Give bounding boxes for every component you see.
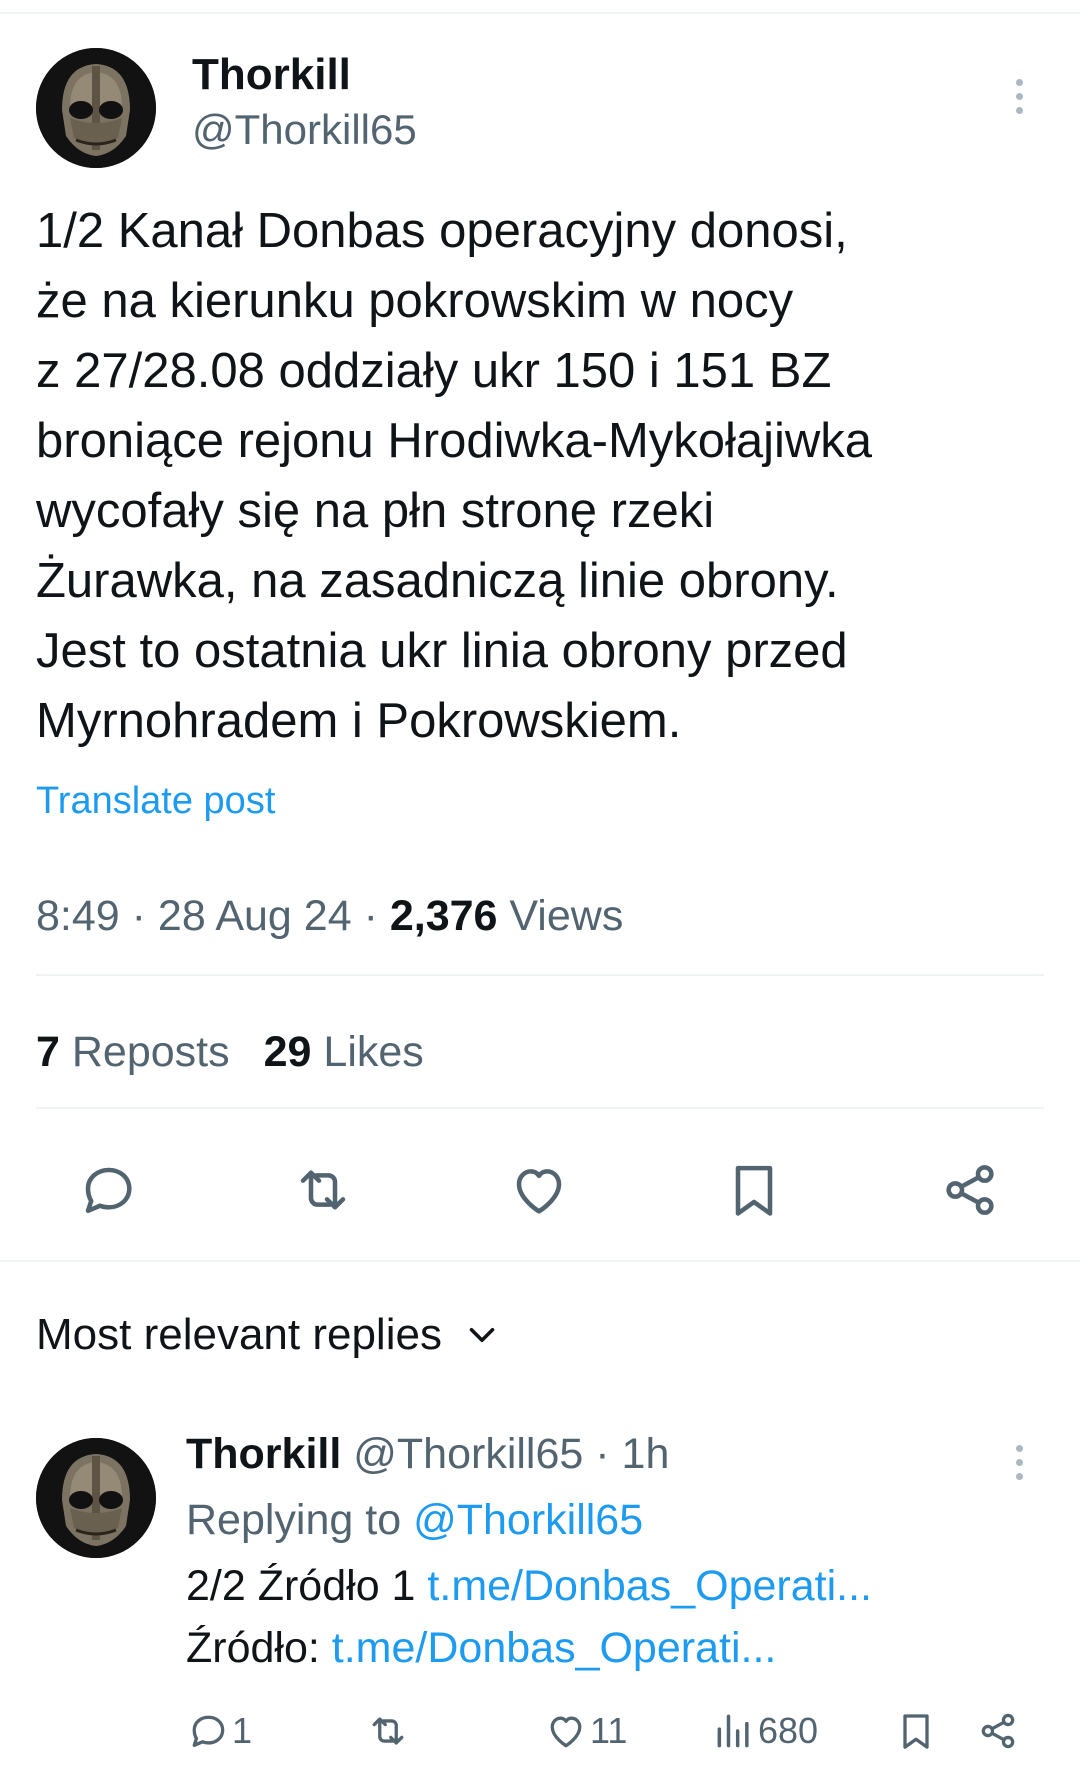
reply-author-handle[interactable]: @Thorkill65	[353, 1430, 583, 1478]
reply-view-count: 680	[758, 1710, 819, 1751]
bookmark-icon[interactable]	[722, 1158, 786, 1222]
reposts-stat[interactable]: 7 Reposts	[36, 1028, 230, 1076]
author-handle[interactable]: @Thorkill65	[192, 106, 417, 154]
meta-separator: ·	[351, 892, 390, 940]
replying-to: Replying to @Thorkill65	[186, 1496, 643, 1545]
repost-icon	[372, 1717, 404, 1745]
reply-more-options-icon[interactable]	[999, 1432, 1039, 1492]
views-count: 2,376	[389, 892, 498, 940]
more-options-icon[interactable]	[999, 66, 1039, 126]
reposts-label: Reposts	[59, 1028, 230, 1076]
reply-line1-text: 2/2 Źródło 1	[186, 1562, 428, 1610]
helmet-avatar-icon	[36, 1438, 156, 1558]
source-link-1[interactable]: t.me/Donbas_Operati...	[427, 1562, 872, 1610]
likes-stat[interactable]: 29 Likes	[264, 1028, 424, 1076]
meta-separator: ·	[119, 892, 158, 940]
tweet-text: 1/2 Kanał Donbas operacyjny donosi, że n…	[36, 204, 873, 748]
reply-views-button[interactable]: 680	[712, 1706, 818, 1756]
divider	[36, 974, 1044, 976]
likes-label: Likes	[311, 1028, 424, 1076]
replies-title: Most relevant replies	[36, 1310, 442, 1359]
tweet-date[interactable]: 28 Aug 24	[158, 892, 352, 940]
tweet-time[interactable]: 8:49	[36, 892, 120, 940]
like-icon[interactable]	[507, 1158, 571, 1222]
like-icon	[550, 1716, 582, 1748]
share-icon	[981, 1713, 1015, 1749]
helmet-avatar-icon	[36, 48, 156, 168]
author-avatar[interactable]	[36, 48, 156, 168]
likes-count: 29	[263, 1028, 312, 1076]
replying-prefix: Replying to	[186, 1496, 414, 1544]
source-link-2[interactable]: t.me/Donbas_Operati...	[332, 1624, 777, 1672]
reply-author-avatar[interactable]	[36, 1438, 156, 1558]
replying-handle-link[interactable]: @Thorkill65	[413, 1496, 643, 1544]
views-label: Views	[497, 892, 624, 940]
reply-time[interactable]: · 1h	[583, 1430, 669, 1478]
reply-like-button[interactable]: 11	[544, 1706, 627, 1756]
reply-bookmark-button[interactable]	[894, 1706, 938, 1756]
reposts-count: 7	[36, 1028, 60, 1076]
reply-icon	[192, 1715, 225, 1747]
reply-line2-text: Źródło:	[186, 1624, 332, 1672]
tweet-meta: 8:49 · 28 Aug 24 · 2,376 Views	[36, 892, 623, 941]
reply-like-count: 11	[590, 1710, 628, 1751]
section-divider	[0, 1260, 1080, 1262]
repost-icon[interactable]	[291, 1158, 355, 1222]
translate-post-link[interactable]: Translate post	[36, 780, 275, 823]
top-divider	[0, 12, 1080, 14]
reply-count: 1	[232, 1710, 253, 1751]
replies-sort-dropdown[interactable]: Most relevant replies	[36, 1310, 500, 1360]
tweet-detail-page: Thorkill @Thorkill65 1/2 Kanał Donbas op…	[0, 0, 1080, 1768]
divider	[36, 1107, 1044, 1109]
bookmark-icon	[903, 1714, 929, 1749]
chevron-down-icon	[469, 1327, 495, 1343]
views-icon	[717, 1714, 749, 1748]
reply-reply-button[interactable]: 1	[186, 1706, 252, 1756]
reply-header: Thorkill @Thorkill65 · 1h	[186, 1430, 669, 1479]
author-name[interactable]: Thorkill	[192, 50, 351, 100]
reply-text-line: Źródło: t.me/Donbas_Operati...	[186, 1624, 776, 1673]
engagement-stats: 7 Reposts 29 Likes	[36, 1028, 424, 1077]
share-icon[interactable]	[938, 1158, 1002, 1222]
reply-share-button[interactable]	[976, 1706, 1020, 1756]
reply-repost-button[interactable]	[366, 1706, 410, 1756]
reply-author-name[interactable]: Thorkill	[186, 1430, 341, 1478]
reply-icon[interactable]	[76, 1158, 140, 1222]
reply-text-line: 2/2 Źródło 1 t.me/Donbas_Operati...	[186, 1562, 872, 1611]
